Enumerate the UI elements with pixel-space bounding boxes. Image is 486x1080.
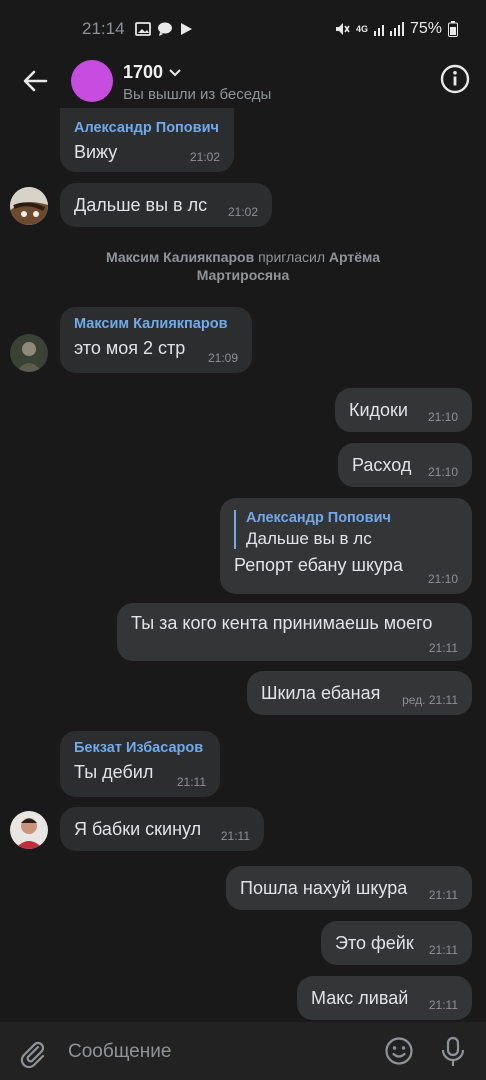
message-text: Это фейк [335, 933, 414, 953]
reply-quote[interactable]: Александр Попович Дальше вы в лс [234, 510, 458, 549]
user-avatar[interactable] [10, 334, 48, 372]
message-time: 21:10 [427, 465, 458, 479]
avatar-image [10, 187, 48, 225]
chevron-down-icon [169, 68, 181, 76]
message-bubble[interactable]: Расход 21:10 [338, 443, 472, 487]
signal-icon [373, 22, 404, 36]
message-bubble[interactable]: Ты за кого кента принимаешь моего 21:11 [117, 603, 472, 661]
message-time: 21:11 [428, 998, 458, 1012]
message-time: 21:10 [427, 410, 458, 424]
message-text: Шкила ебаная [261, 683, 381, 703]
message-time: 21:11 [220, 829, 250, 843]
message-time: 21:11 [428, 888, 458, 902]
avatar-image [10, 811, 48, 849]
message-input[interactable]: Сообщение [68, 1041, 171, 1063]
message-bubble[interactable]: Кидоки 21:10 [335, 388, 472, 432]
system-icons: 4G 75% [334, 20, 458, 38]
message-composer: Сообщение [0, 1022, 486, 1080]
message-bubble[interactable]: Шкила ебаная ред. 21:11 [247, 671, 472, 715]
message-text: Пошла нахуй шкура [240, 878, 408, 898]
message-bubble[interactable]: Пошла нахуй шкура 21:11 [226, 866, 472, 910]
message-text: это моя 2 стр [74, 338, 186, 358]
status-bar: 21:14 4G 75% [0, 0, 486, 58]
service-action: пригласил [258, 249, 326, 265]
message-sender: Александр Попович [74, 120, 219, 136]
message-text: Вижу [74, 142, 118, 162]
chat-header: 1700 Вы вышли из беседы [0, 58, 486, 108]
message-time: 21:02 [227, 205, 258, 219]
user-avatar[interactable] [10, 187, 48, 225]
message-text: Кидоки [349, 400, 408, 420]
message-sender: Максим Калиякпаров [74, 316, 228, 332]
message-bubble[interactable]: Я бабки скинул 21:11 [60, 807, 264, 851]
chat-avatar[interactable] [71, 60, 113, 102]
message-time: 21:10 [427, 572, 458, 586]
message-bubble[interactable]: Бекзат Избасаров Ты дебил 21:11 [60, 731, 220, 797]
message-bubble[interactable]: Александр Попович Вижу 21:02 [60, 108, 234, 172]
service-message: Максим Калиякпаров пригласил Артёма Март… [60, 248, 426, 284]
message-time: 21:09 [207, 351, 238, 365]
chat-title[interactable]: 1700 [123, 62, 181, 83]
chat-subtitle: Вы вышли из беседы [123, 86, 272, 103]
mute-icon [335, 23, 350, 35]
message-bubble[interactable]: Это фейк 21:11 [321, 921, 472, 965]
network-type: 4G [355, 24, 368, 34]
message-sender: Бекзат Избасаров [74, 740, 204, 756]
user-avatar[interactable] [10, 811, 48, 849]
info-icon[interactable] [440, 64, 470, 94]
message-text: Ты дебил [74, 762, 154, 782]
message-time: ред. 21:11 [402, 693, 458, 707]
battery-percent: 75% [409, 20, 442, 37]
message-time: 21:11 [176, 775, 206, 789]
play-icon [180, 23, 192, 35]
emoji-icon[interactable] [384, 1036, 414, 1066]
message-bubble[interactable]: Макс ливай 21:11 [297, 976, 472, 1020]
message-text: Репорт ебану шкура [234, 555, 403, 575]
message-text: Я бабки скинул [74, 819, 202, 839]
message-text: Расход [352, 455, 412, 475]
reply-text: Дальше вы в лс [246, 529, 372, 548]
image-icon [134, 22, 151, 36]
attach-icon[interactable] [18, 1038, 48, 1068]
chat-icon [157, 22, 172, 36]
avatar-image [10, 334, 48, 372]
message-time: 21:11 [428, 641, 458, 655]
message-text: Ты за кого кента принимаешь моего [131, 613, 433, 633]
message-bubble[interactable]: Дальше вы в лс 21:02 [60, 183, 272, 227]
notification-icons [134, 22, 193, 36]
microphone-icon[interactable] [440, 1036, 466, 1068]
chat-title-text: 1700 [123, 62, 164, 82]
message-text: Макс ливай [311, 988, 409, 1008]
message-text: Дальше вы в лс [74, 195, 208, 215]
message-time: 21:02 [189, 150, 220, 164]
reply-sender: Александр Попович [246, 510, 391, 526]
back-arrow-icon[interactable] [20, 66, 50, 96]
battery-icon [448, 21, 458, 37]
service-actor[interactable]: Максим Калиякпаров [106, 249, 254, 265]
message-time: 21:11 [428, 943, 458, 957]
message-bubble[interactable]: Максим Калиякпаров это моя 2 стр 21:09 [60, 307, 252, 373]
message-bubble[interactable]: Александр Попович Дальше вы в лс Репорт … [220, 498, 472, 594]
message-list[interactable]: Александр Попович Вижу 21:02 Дальше вы в… [0, 108, 486, 1022]
status-time: 21:14 [82, 19, 125, 38]
